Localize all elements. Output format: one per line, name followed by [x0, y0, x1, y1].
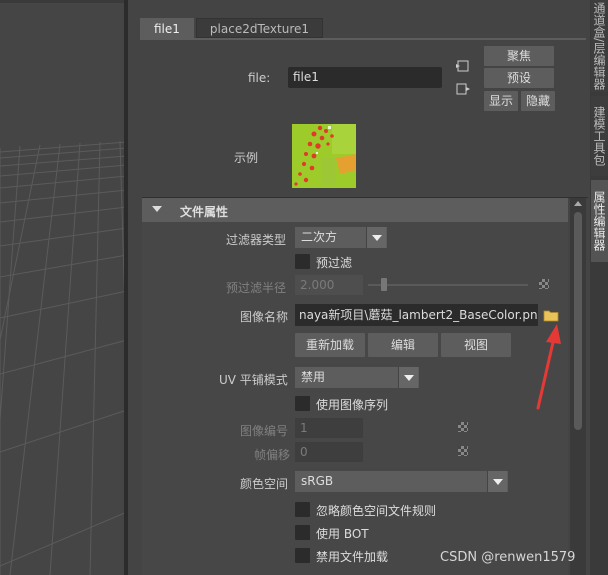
- node-name-field[interactable]: file1: [288, 67, 442, 88]
- prefilter-radius-label: 预过滤半径: [226, 281, 287, 295]
- image-name-label: 图像名称: [240, 310, 289, 324]
- side-tab-strip: 通道盒/层编辑器 建模工具包 属性编辑器: [590, 0, 608, 575]
- use-image-sequence-label: 使用图像序列: [316, 398, 389, 412]
- image-name-field[interactable]: naya新项目\蘑菇_lambert2_BaseColor.png: [295, 304, 538, 326]
- use-image-sequence-checkbox[interactable]: [295, 396, 310, 411]
- viewport-3d[interactable]: [0, 0, 127, 575]
- use-bot-checkbox[interactable]: [295, 525, 310, 540]
- view-button[interactable]: 视图: [441, 333, 511, 357]
- side-tab-attribute-editor[interactable]: 属性编辑器: [591, 180, 608, 262]
- focus-button[interactable]: 聚焦: [484, 46, 554, 66]
- color-space-label: 颜色空间: [240, 477, 289, 491]
- input-connection-icon[interactable]: [456, 59, 470, 73]
- color-space-value: sRGB: [301, 474, 334, 488]
- tab-underline: [140, 38, 586, 40]
- edit-button[interactable]: 编辑: [368, 333, 438, 357]
- chevron-down-icon: [366, 227, 386, 248]
- disable-file-load-label: 禁用文件加载: [316, 550, 389, 564]
- prefilter-radius-field[interactable]: 2.000: [295, 275, 363, 295]
- attribute-editor-panel: file1 place2dTexture1 file: file1 聚焦 预设 …: [128, 0, 590, 575]
- attribute-scroll-area[interactable]: 文件属性 过滤器类型 二次方 预过滤 预过滤半径 2.000 图像名称 naya…: [142, 197, 588, 575]
- output-connection-icon[interactable]: [456, 82, 470, 96]
- frame-offset-label: 帧偏移: [254, 448, 291, 462]
- filter-type-dropdown[interactable]: 二次方: [295, 227, 387, 248]
- section-title: 文件属性: [180, 205, 229, 219]
- map-button-icon[interactable]: [458, 446, 468, 456]
- side-tab-modeling-toolkit[interactable]: 建模工具包: [591, 96, 608, 176]
- map-button-icon[interactable]: [539, 279, 549, 289]
- section-header-file-attributes[interactable]: 文件属性: [142, 198, 568, 222]
- scroll-up-arrow-icon[interactable]: [574, 201, 582, 206]
- side-tab-channel-box[interactable]: 通道盒/层编辑器: [591, 0, 608, 92]
- filter-type-label: 过滤器类型: [226, 233, 287, 247]
- tab-place2dtexture1[interactable]: place2dTexture1: [195, 18, 324, 38]
- ignore-color-space-rules-checkbox[interactable]: [295, 502, 310, 517]
- filter-type-value: 二次方: [301, 230, 338, 244]
- collapse-triangle-icon: [152, 206, 162, 212]
- viewport-grid: [0, 0, 127, 575]
- scrollbar-thumb[interactable]: [574, 212, 582, 430]
- image-number-field[interactable]: 1: [295, 418, 363, 438]
- uv-tiling-label: UV 平铺模式: [219, 373, 288, 387]
- node-tab-bar: file1 place2dTexture1: [140, 18, 325, 38]
- vertical-scrollbar[interactable]: [570, 198, 586, 575]
- prefilter-label: 预过滤: [316, 256, 353, 270]
- uv-tiling-dropdown[interactable]: 禁用: [295, 367, 419, 388]
- texture-swatch: [292, 124, 356, 188]
- hide-button[interactable]: 隐藏: [521, 91, 555, 111]
- chevron-down-icon: [398, 367, 418, 388]
- preset-button[interactable]: 预设: [484, 68, 554, 88]
- ignore-color-space-rules-label: 忽略颜色空间文件规则: [316, 504, 437, 518]
- image-number-label: 图像编号: [240, 424, 289, 438]
- disable-file-load-checkbox[interactable]: [295, 548, 310, 563]
- slider-knob[interactable]: [381, 278, 387, 291]
- chevron-down-icon: [487, 471, 507, 492]
- watermark: CSDN @renwen1579: [440, 550, 576, 565]
- file-label: file:: [248, 71, 271, 85]
- uv-tiling-value: 禁用: [301, 370, 326, 384]
- red-arrow-annotation: [536, 324, 561, 410]
- reload-button[interactable]: 重新加载: [295, 333, 365, 357]
- tab-file1[interactable]: file1: [140, 18, 194, 38]
- color-space-dropdown[interactable]: sRGB: [295, 471, 508, 492]
- map-button-icon[interactable]: [458, 422, 468, 432]
- show-button[interactable]: 显示: [484, 91, 518, 111]
- use-bot-label: 使用 BOT: [316, 527, 369, 541]
- frame-offset-field[interactable]: 0: [295, 442, 363, 462]
- prefilter-checkbox[interactable]: [295, 254, 310, 269]
- sample-label: 示例: [234, 151, 259, 165]
- prefilter-radius-slider[interactable]: [368, 284, 528, 286]
- section-body: 过滤器类型 二次方 预过滤 预过滤半径 2.000 图像名称 naya新项目\蘑…: [142, 222, 568, 575]
